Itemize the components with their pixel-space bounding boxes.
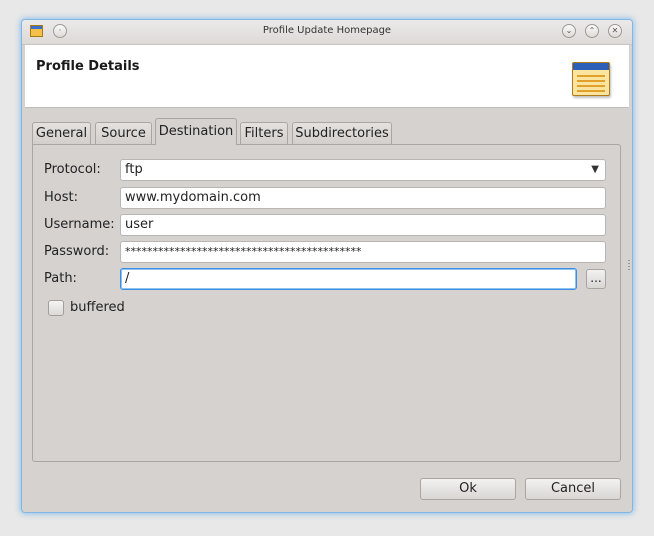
password-label: Password: (44, 244, 110, 259)
cancel-button[interactable]: Cancel (525, 478, 621, 500)
title-bar[interactable]: · Profile Update Homepage ⌄ ⌃ ✕ (22, 20, 632, 45)
tab-subdirectories[interactable]: Subdirectories (292, 122, 392, 144)
close-button[interactable]: ✕ (608, 24, 622, 38)
header-title: Profile Details (36, 59, 140, 74)
protocol-value: ftp (125, 162, 143, 177)
tab-destination[interactable]: Destination (155, 118, 237, 145)
tab-filters[interactable]: Filters (240, 122, 288, 144)
profile-window: · Profile Update Homepage ⌄ ⌃ ✕ Profile … (22, 20, 632, 512)
window-title: Profile Update Homepage (262, 25, 392, 36)
browse-button[interactable]: ... (586, 269, 606, 289)
protocol-combo[interactable]: ftp ▼ (120, 159, 606, 181)
host-label: Host: (44, 190, 78, 205)
resize-grip[interactable] (628, 260, 630, 270)
chevron-down-icon: ▼ (591, 164, 599, 175)
buffered-checkbox[interactable] (48, 300, 64, 316)
protocol-label: Protocol: (44, 162, 101, 177)
dialog-header: Profile Details (25, 45, 629, 108)
minimize-button[interactable]: ⌄ (562, 24, 576, 38)
password-input[interactable]: ****************************************… (120, 241, 606, 263)
path-label: Path: (44, 271, 77, 286)
tab-general[interactable]: General (32, 122, 91, 144)
maximize-button[interactable]: ⌃ (585, 24, 599, 38)
username-label: Username: (44, 217, 115, 232)
path-input[interactable]: / (120, 268, 577, 290)
ok-button[interactable]: Ok (420, 478, 516, 500)
host-input[interactable]: www.mydomain.com (120, 187, 606, 209)
document-window-icon (572, 62, 610, 96)
username-input[interactable]: user (120, 214, 606, 236)
tab-source[interactable]: Source (95, 122, 152, 144)
buffered-label: buffered (70, 300, 125, 315)
